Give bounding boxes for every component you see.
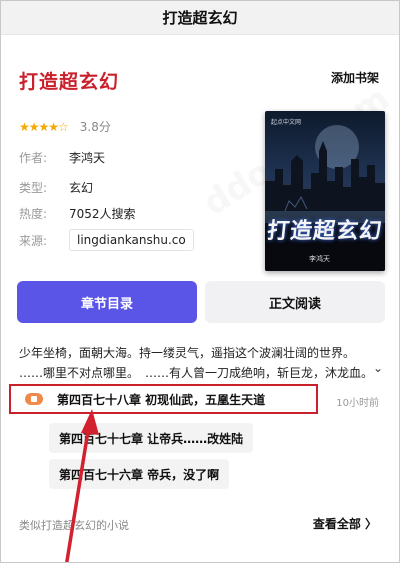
view-all-link[interactable]: 查看全部 〉	[313, 515, 377, 532]
book-synopsis[interactable]: 少年坐椅，面朝大海。持一缕灵气，遥指这个波澜壮阔的世界。 ……哪里不对点哪里。 …	[19, 343, 381, 383]
book-cover-image[interactable]: 起点中文网 打造超玄幻 李鸿天	[265, 111, 385, 271]
meta-popularity: 热度: 7052人搜索	[19, 205, 136, 222]
meta-value: 7052人搜索	[69, 207, 136, 221]
expand-chevron-icon[interactable]: ⌄	[373, 361, 383, 375]
add-to-shelf-button[interactable]: 添加书架	[331, 69, 379, 86]
navbar: 打造超玄幻	[1, 1, 399, 35]
meta-label: 热度:	[19, 207, 48, 221]
synopsis-line: ……哪里不对点哪里。 ……有人曾一刀成绝响，斩巨龙，沐龙血。	[19, 366, 374, 380]
table-of-contents-button[interactable]: 章节目录	[17, 281, 197, 323]
latest-chapter-item[interactable]: 第四百七十八章 初现仙武，五凰生天道	[9, 384, 318, 414]
new-badge-icon	[25, 393, 43, 405]
synopsis-line: 少年坐椅，面朝大海。持一缕灵气，遥指这个波澜壮阔的世界。	[19, 346, 356, 360]
chapter-item[interactable]: 第四百七十六章 帝兵，没了啊	[49, 459, 230, 489]
cover-author: 李鸿天	[309, 255, 330, 263]
meta-type: 类型: 玄幻	[19, 179, 93, 196]
book-title: 打造超玄幻	[19, 71, 120, 93]
chapter-item[interactable]: 第四百七十七章 让帝兵……改姓陆	[49, 423, 254, 453]
meta-label: 类型:	[19, 181, 48, 195]
navbar-title: 打造超玄幻	[162, 9, 238, 27]
similar-books-label: 类似打造超玄幻的小说	[19, 519, 129, 532]
app-screen: 打造超玄幻 ddooo.com 打造超玄幻 添加书架 ★★★★☆ 3.8分 作者…	[0, 0, 400, 563]
meta-value: 玄幻	[69, 181, 94, 195]
chapter-update-time: 10小时前	[336, 398, 379, 409]
meta-source: 来源: lingdiankanshu.co	[19, 229, 194, 251]
rating-score: 3.8分	[79, 120, 111, 134]
cover-title: 打造超玄幻	[265, 219, 384, 244]
meta-author: 作者: 李鸿天	[19, 149, 105, 166]
start-reading-button[interactable]: 正文阅读	[205, 281, 385, 323]
chapter-title: 第四百七十八章 初现仙武，五凰生天道	[57, 392, 266, 407]
meta-label: 来源:	[19, 233, 48, 248]
rating-row: ★★★★☆ 3.8分	[19, 118, 111, 135]
meta-label: 作者:	[19, 151, 48, 165]
author-link[interactable]: 李鸿天	[69, 149, 105, 166]
cover-art	[265, 125, 385, 271]
source-selector[interactable]: lingdiankanshu.co	[69, 229, 194, 251]
cover-brand: 起点中文网	[271, 119, 302, 126]
rating-stars-icon: ★★★★☆	[19, 119, 69, 134]
